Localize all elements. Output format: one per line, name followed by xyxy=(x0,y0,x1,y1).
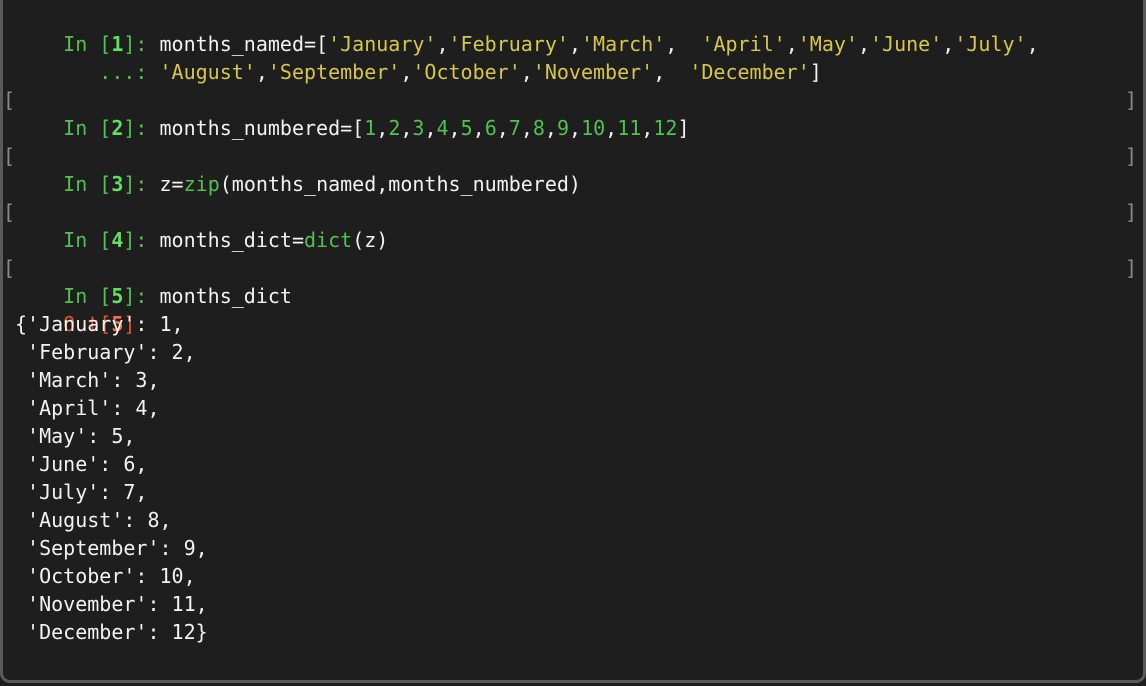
code-token: dict xyxy=(304,228,353,252)
code-token: 10 xyxy=(581,116,606,140)
code-token: , xyxy=(400,116,413,140)
code-line: z=zip(months_named,months_numbered) xyxy=(160,172,581,196)
output-line: 'October': 10, xyxy=(15,564,196,588)
output-line: 'September': 9, xyxy=(15,536,208,560)
code-line: months_dict xyxy=(160,284,292,308)
code-token: , xyxy=(496,116,509,140)
code-token: , xyxy=(857,32,871,56)
code-token: ] xyxy=(677,116,690,140)
in-prompt-number: 4 xyxy=(111,228,124,252)
code-token: 'June' xyxy=(870,32,943,56)
in-prompt-number: 2 xyxy=(111,116,124,140)
input-line-5[interactable]: In [5]: months_dict xyxy=(15,254,292,308)
code-token: , xyxy=(653,60,690,84)
output-line: 'February': 2, xyxy=(15,340,196,364)
code-token: , xyxy=(942,32,955,56)
code-token: , xyxy=(472,116,485,140)
code-token: , xyxy=(376,116,389,140)
in-prompt-number: 3 xyxy=(111,172,124,196)
code-token: months_dict= xyxy=(159,228,305,252)
code-token: 'July' xyxy=(954,32,1027,56)
code-token: months_dict xyxy=(159,284,292,308)
cell-right-bracket: ] xyxy=(1124,144,1137,168)
code-token: 11 xyxy=(617,116,642,140)
code-token: 1 xyxy=(364,116,377,140)
output-prompt-line: Out[5]: xyxy=(15,282,147,336)
code-token: , xyxy=(255,60,268,84)
input-line-4[interactable]: In [4]: months_dict=dict(z) xyxy=(15,198,388,252)
cell-left-bracket: [ xyxy=(3,256,16,280)
code-token: 3 xyxy=(412,116,425,140)
in-prompt-end: ]: xyxy=(123,116,160,140)
code-token: 4 xyxy=(436,116,449,140)
code-token: , xyxy=(569,116,582,140)
in-prompt-label: In xyxy=(63,172,100,196)
code-token: z= xyxy=(159,172,184,196)
code-token: , xyxy=(520,116,533,140)
output-line: {'January': 1, xyxy=(15,312,184,336)
code-token: 'September' xyxy=(267,60,401,84)
code-line: months_dict=dict(z) xyxy=(160,228,389,252)
code-token: 12 xyxy=(653,116,678,140)
output-line: 'December': 12} xyxy=(15,620,208,644)
code-token: , xyxy=(1026,32,1039,56)
code-token: (months_named,months_numbered) xyxy=(219,172,581,196)
code-token: , xyxy=(605,116,618,140)
output-line: 'July': 7, xyxy=(15,480,148,504)
code-token: ] xyxy=(809,60,822,84)
ipython-terminal[interactable]: In [1]: months_named=['January','Februar… xyxy=(0,0,1146,683)
continuation-prompt: ...: xyxy=(63,60,160,84)
code-token: 5 xyxy=(460,116,473,140)
input-line-2[interactable]: In [2]: months_numbered=[1,2,3,4,5,6,7,8… xyxy=(15,86,689,140)
code-token: 7 xyxy=(508,116,521,140)
cell-left-bracket: [ xyxy=(3,88,16,112)
output-line: 'May': 5, xyxy=(15,424,136,448)
code-line: months_numbered=[1,2,3,4,5,6,7,8,9,10,11… xyxy=(160,116,690,140)
code-token: 8 xyxy=(532,116,545,140)
in-prompt-end: ]: xyxy=(123,172,160,196)
code-token: zip xyxy=(183,172,220,196)
code-token: , xyxy=(641,116,654,140)
code-token: , xyxy=(424,116,437,140)
code-token: , xyxy=(400,60,413,84)
code-token: months_numbered=[ xyxy=(159,116,365,140)
input-line-1[interactable]: In [1]: months_named=['January','Februar… xyxy=(15,2,1038,56)
code-token: , xyxy=(520,60,533,84)
code-token: 2 xyxy=(388,116,401,140)
code-token: 9 xyxy=(556,116,570,140)
output-line: 'March': 3, xyxy=(15,368,160,392)
output-line: 'August': 8, xyxy=(15,508,172,532)
output-line: 'November': 11, xyxy=(15,592,208,616)
output-line: 'June': 6, xyxy=(15,452,148,476)
cell-right-bracket: ] xyxy=(1124,256,1137,280)
code-token: 'October' xyxy=(412,60,521,84)
code-token: , xyxy=(544,116,557,140)
in-prompt-label: In xyxy=(63,228,100,252)
code-token: 6 xyxy=(484,116,497,140)
continuation-line-1[interactable]: ...: 'August','September','October','Nov… xyxy=(15,30,822,84)
cell-left-bracket: [ xyxy=(3,200,16,224)
in-prompt-label: In xyxy=(63,116,100,140)
in-prompt-end: ]: xyxy=(123,228,160,252)
input-line-3[interactable]: In [3]: z=zip(months_named,months_number… xyxy=(15,142,581,196)
cell-left-bracket: [ xyxy=(3,144,16,168)
code-token: (z) xyxy=(352,228,389,252)
code-token: 'August' xyxy=(159,60,256,84)
cell-right-bracket: ] xyxy=(1124,200,1137,224)
code-token: , xyxy=(448,116,461,140)
code-token: 'December' xyxy=(689,60,810,84)
code-token: 'November' xyxy=(532,60,654,84)
code-line: 'August','September','October','November… xyxy=(160,60,822,84)
cell-right-bracket: ] xyxy=(1124,88,1137,112)
output-line: 'April': 4, xyxy=(15,396,160,420)
